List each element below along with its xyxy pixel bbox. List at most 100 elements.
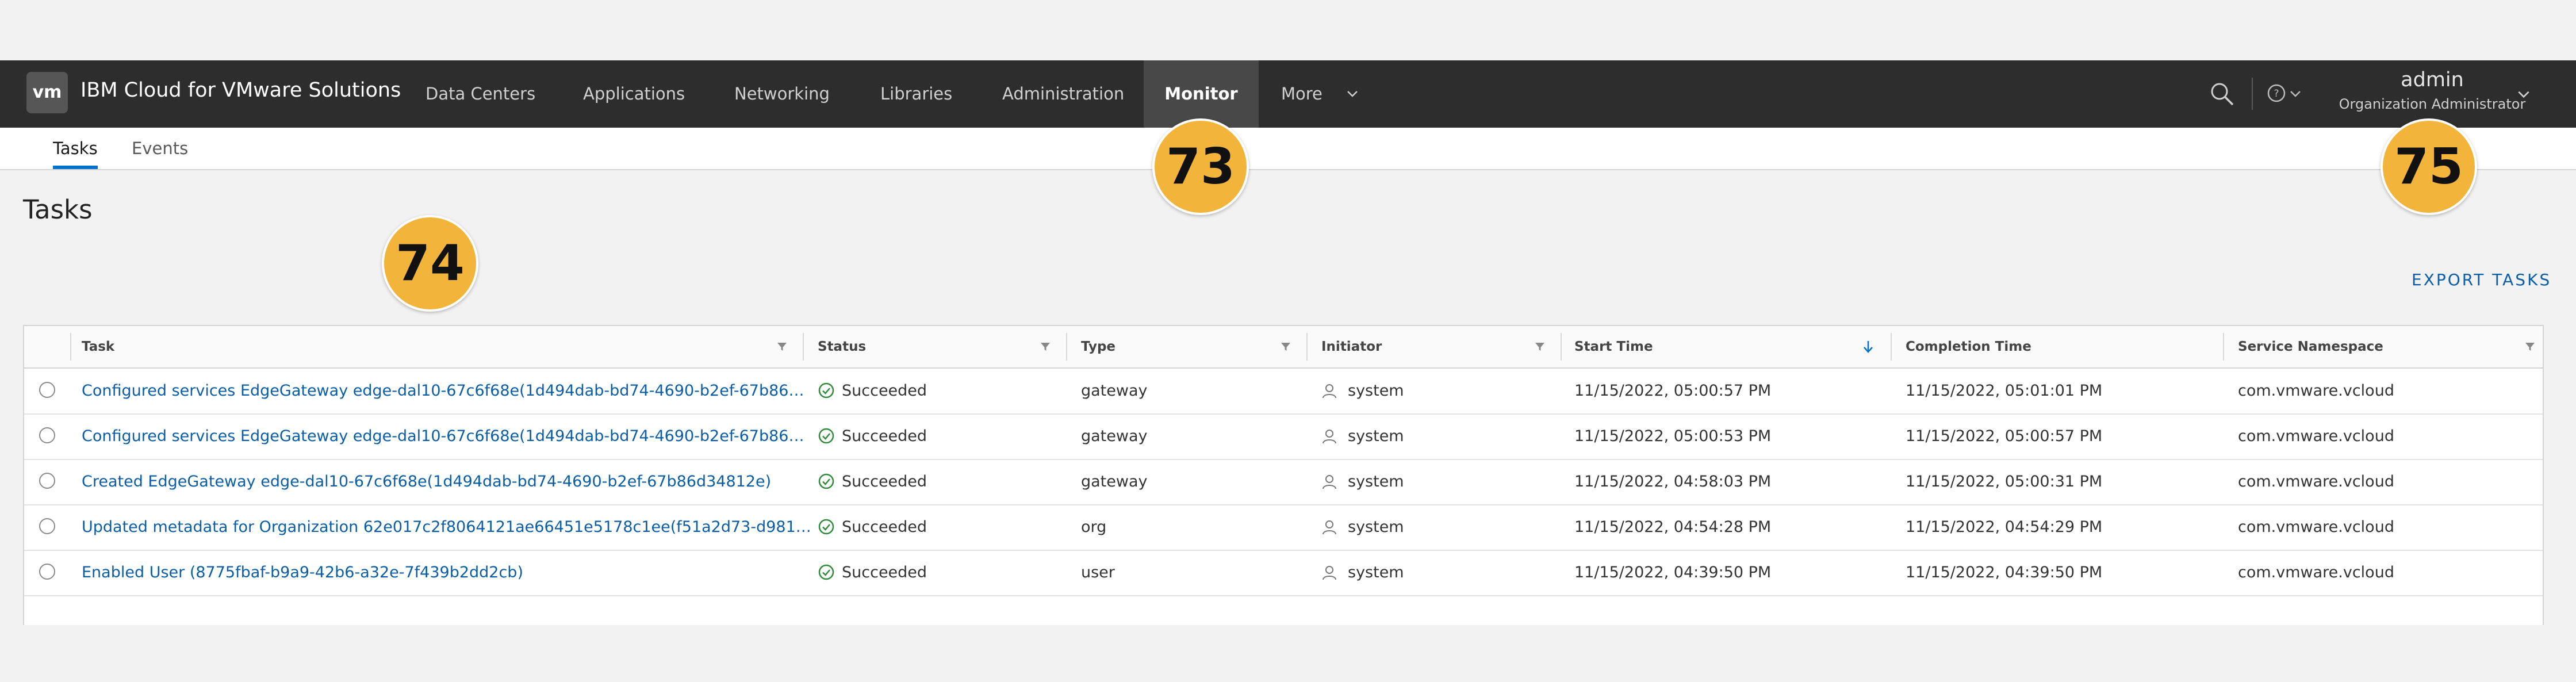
user-icon bbox=[1322, 384, 1336, 399]
filter-icon[interactable] bbox=[1040, 341, 1051, 353]
user-icon bbox=[1322, 430, 1336, 444]
task-link[interactable]: Updated metadata for Organization 62e017… bbox=[82, 505, 812, 550]
success-check-icon bbox=[818, 428, 834, 444]
tasks-datagrid: Task Status Type Initiator Start Time Co… bbox=[23, 325, 2544, 625]
row-select-radio[interactable] bbox=[39, 564, 55, 580]
sort-descending-icon[interactable] bbox=[1862, 340, 1874, 354]
filter-icon[interactable] bbox=[1534, 341, 1546, 353]
search-icon[interactable] bbox=[2208, 80, 2236, 108]
header-navbar: vm IBM Cloud for VMware Solutions Data C… bbox=[0, 60, 2576, 128]
column-header-initiator[interactable]: Initiator bbox=[1321, 326, 1382, 367]
type-text: org bbox=[1081, 518, 1107, 536]
table-row[interactable]: Configured services EdgeGateway edge-dal… bbox=[24, 369, 2543, 415]
table-row[interactable]: Configured services EdgeGateway edge-dal… bbox=[24, 414, 2543, 460]
success-check-icon bbox=[818, 564, 834, 580]
namespace-text: com.vmware.vcloud bbox=[2238, 473, 2394, 491]
user-name[interactable]: admin bbox=[2317, 68, 2547, 91]
filter-icon[interactable] bbox=[776, 341, 788, 353]
nav-networking[interactable]: Networking bbox=[734, 60, 830, 128]
completion-time-text: 11/15/2022, 04:39:50 PM bbox=[1906, 564, 2103, 581]
chevron-down-icon[interactable] bbox=[2516, 87, 2531, 102]
nav-more[interactable]: More bbox=[1281, 60, 1322, 128]
type-text: gateway bbox=[1081, 473, 1148, 491]
app-brand-title[interactable]: IBM Cloud for VMware Solutions bbox=[80, 79, 401, 102]
row-select-radio[interactable] bbox=[39, 382, 55, 398]
table-row[interactable]: Updated metadata for Organization 62e017… bbox=[24, 505, 2543, 551]
type-text: user bbox=[1081, 564, 1115, 581]
namespace-text: com.vmware.vcloud bbox=[2238, 382, 2394, 400]
column-header-task[interactable]: Task bbox=[82, 326, 114, 367]
row-select-radio[interactable] bbox=[39, 473, 55, 489]
nav-data-centers[interactable]: Data Centers bbox=[425, 60, 535, 128]
task-link[interactable]: Configured services EdgeGateway edge-dal… bbox=[82, 369, 812, 413]
callout-badge-75: 75 bbox=[2380, 118, 2477, 215]
table-row[interactable]: Enabled User (8775fbaf-b9a9-42b6-a32e-7f… bbox=[24, 550, 2543, 596]
callout-badge-74: 74 bbox=[382, 215, 478, 312]
filter-icon[interactable] bbox=[1280, 341, 1291, 353]
row-select-radio[interactable] bbox=[39, 427, 55, 443]
vmware-logo[interactable]: vm bbox=[26, 72, 68, 113]
filter-icon[interactable] bbox=[2524, 341, 2536, 353]
nav-monitor[interactable]: Monitor bbox=[1144, 60, 1259, 128]
user-icon bbox=[1322, 475, 1336, 489]
status-text: Succeeded bbox=[842, 382, 927, 400]
nav-divider bbox=[2252, 78, 2253, 110]
nav-libraries[interactable]: Libraries bbox=[880, 60, 952, 128]
column-header-start-time[interactable]: Start Time bbox=[1574, 326, 1653, 367]
completion-time-text: 11/15/2022, 05:00:57 PM bbox=[1906, 427, 2103, 445]
row-select-radio[interactable] bbox=[39, 518, 55, 534]
svg-text:?: ? bbox=[2274, 88, 2279, 99]
status-text: Succeeded bbox=[842, 564, 927, 581]
column-separator bbox=[1561, 333, 1562, 361]
start-time-text: 11/15/2022, 05:00:57 PM bbox=[1574, 382, 1772, 400]
top-margin bbox=[0, 0, 2576, 60]
column-header-status[interactable]: Status bbox=[818, 326, 866, 367]
column-separator bbox=[803, 333, 804, 361]
initiator-text: system bbox=[1348, 518, 1404, 536]
page-title: Tasks bbox=[23, 194, 93, 225]
help-icon[interactable]: ? bbox=[2267, 83, 2286, 103]
user-icon bbox=[1322, 566, 1336, 580]
start-time-text: 11/15/2022, 04:39:50 PM bbox=[1574, 564, 1772, 581]
column-separator bbox=[2223, 333, 2224, 361]
tab-events[interactable]: Events bbox=[132, 128, 188, 169]
status-text: Succeeded bbox=[842, 473, 927, 491]
start-time-text: 11/15/2022, 04:54:28 PM bbox=[1574, 518, 1772, 536]
completion-time-text: 11/15/2022, 04:54:29 PM bbox=[1906, 518, 2103, 536]
column-header-service-namespace[interactable]: Service Namespace bbox=[2238, 326, 2383, 367]
status-text: Succeeded bbox=[842, 518, 927, 536]
success-check-icon bbox=[818, 473, 834, 489]
chevron-down-icon[interactable] bbox=[2288, 87, 2302, 101]
table-row[interactable]: Created EdgeGateway edge-dal10-67c6f68e(… bbox=[24, 459, 2543, 505]
column-separator bbox=[70, 333, 71, 361]
initiator-text: system bbox=[1348, 382, 1404, 400]
namespace-text: com.vmware.vcloud bbox=[2238, 564, 2394, 581]
user-icon bbox=[1322, 520, 1336, 535]
start-time-text: 11/15/2022, 05:00:53 PM bbox=[1574, 427, 1772, 445]
column-header-completion-time[interactable]: Completion Time bbox=[1906, 326, 2031, 367]
column-separator bbox=[1066, 333, 1067, 361]
namespace-text: com.vmware.vcloud bbox=[2238, 427, 2394, 445]
task-link[interactable]: Created EdgeGateway edge-dal10-67c6f68e(… bbox=[82, 459, 812, 504]
chevron-down-icon[interactable] bbox=[1346, 87, 1359, 101]
export-tasks-link[interactable]: EXPORT TASKS bbox=[2412, 270, 2551, 289]
status-text: Succeeded bbox=[842, 427, 927, 445]
column-header-type[interactable]: Type bbox=[1081, 326, 1116, 367]
success-check-icon bbox=[818, 382, 834, 399]
completion-time-text: 11/15/2022, 05:01:01 PM bbox=[1906, 382, 2103, 400]
callout-badge-73: 73 bbox=[1152, 118, 1249, 215]
tab-tasks[interactable]: Tasks bbox=[53, 128, 98, 169]
initiator-text: system bbox=[1348, 473, 1404, 491]
success-check-icon bbox=[818, 519, 834, 535]
type-text: gateway bbox=[1081, 427, 1148, 445]
completion-time-text: 11/15/2022, 05:00:31 PM bbox=[1906, 473, 2103, 491]
nav-administration[interactable]: Administration bbox=[1002, 60, 1124, 128]
column-separator bbox=[1306, 333, 1308, 361]
initiator-text: system bbox=[1348, 427, 1404, 445]
nav-applications[interactable]: Applications bbox=[583, 60, 685, 128]
namespace-text: com.vmware.vcloud bbox=[2238, 518, 2394, 536]
task-link[interactable]: Configured services EdgeGateway edge-dal… bbox=[82, 414, 812, 459]
type-text: gateway bbox=[1081, 382, 1148, 400]
task-link[interactable]: Enabled User (8775fbaf-b9a9-42b6-a32e-7f… bbox=[82, 550, 812, 595]
initiator-text: system bbox=[1348, 564, 1404, 581]
